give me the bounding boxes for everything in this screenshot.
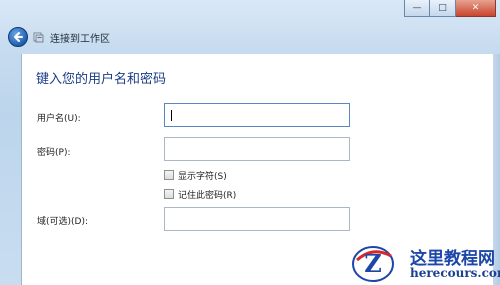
username-label: 用户名(U): [37, 114, 81, 124]
domain-input[interactable] [164, 207, 350, 231]
password-label: 密码(P): [37, 148, 71, 158]
password-input[interactable] [164, 137, 350, 161]
network-workplace-icon [33, 32, 44, 43]
close-button[interactable]: ✕ [456, 0, 496, 17]
minimize-button[interactable]: — [404, 0, 430, 17]
wizard-title: 连接到工作区 [50, 34, 110, 45]
username-input[interactable] [164, 103, 350, 127]
show-characters-checkbox[interactable] [164, 170, 174, 180]
domain-label: 域(可选)(D): [37, 217, 89, 227]
back-button[interactable] [8, 27, 28, 47]
svg-text:Z: Z [364, 249, 382, 278]
page-heading: 键入您的用户名和密码 [36, 72, 167, 87]
text-cursor [171, 110, 172, 121]
maximize-button[interactable]: □ [430, 0, 456, 17]
show-characters-label[interactable]: 显示字符(S) [178, 169, 227, 182]
remember-password-checkbox[interactable] [164, 189, 174, 199]
back-arrow-icon [14, 32, 23, 42]
watermark-url: herecours.com [410, 266, 500, 280]
remember-password-label[interactable]: 记住此密码(R) [178, 188, 236, 201]
caption-buttons: — □ ✕ [404, 0, 496, 17]
navigation-bar: 连接到工作区 [0, 22, 500, 52]
